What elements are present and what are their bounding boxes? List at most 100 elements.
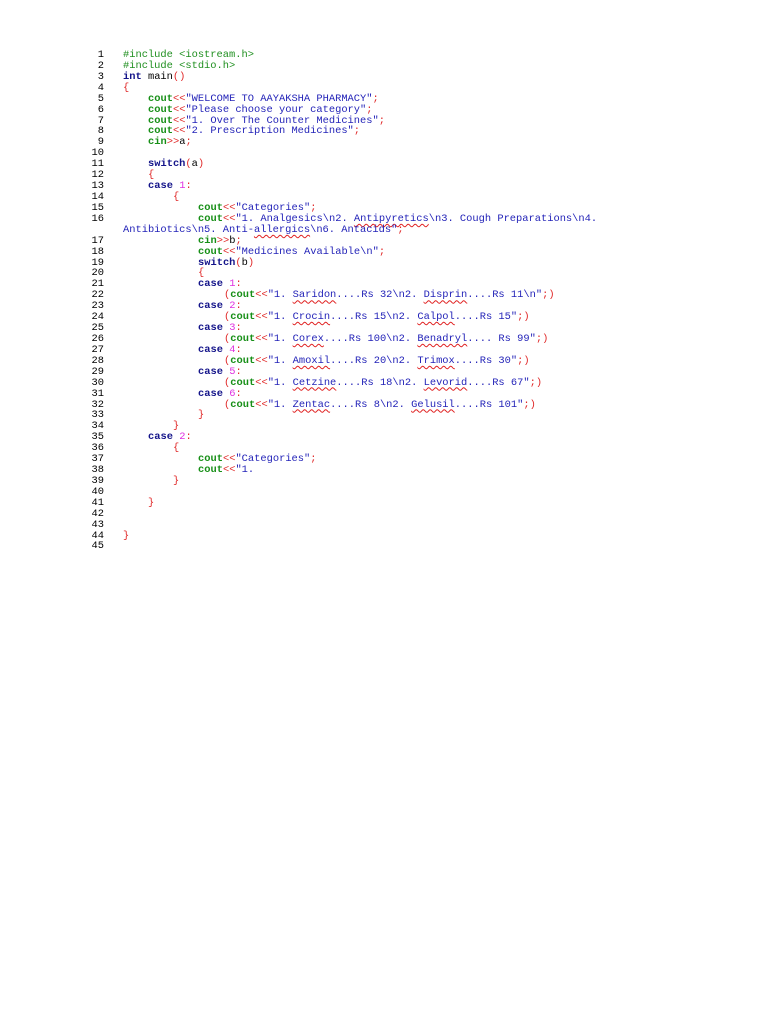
code-token: ;) [517,311,530,324]
misspelled-word: Zentac [292,398,331,411]
code-text: } [198,410,204,421]
code-token: "1. [267,289,293,302]
code-token: cin [148,136,167,149]
code-token: ....Rs 100\n2. [323,332,418,345]
code-text: { [173,443,179,454]
code-token: ....Rs 30" [454,354,518,367]
code-text: (cout<<"1. Zentac....Rs 8\n2. Gelusil...… [224,398,536,411]
code-text: case 2: [148,432,192,443]
code-token: { [173,190,180,203]
code-line: 4{ [0,82,768,94]
code-token: ; [378,245,386,258]
code-line: 5 cout<<"WELCOME TO AAYAKSHA PHARMACY"; [0,92,768,105]
code-token: << [255,311,268,324]
code-token: ....Rs 8\n2. [330,398,412,411]
code-token: "1. [267,332,293,345]
code-token: .... Rs 99" [467,332,536,345]
misspelled-word: Benadryl [417,332,468,345]
code-line: 7 cout<<"1. Over The Counter Medicines"; [0,115,768,127]
line-number: 6 [97,103,104,116]
code-token: "1. [267,354,293,367]
code-line: 28 (cout<<"1. Amoxil....Rs 20\n2. Trimox.… [0,354,768,367]
code-token: ;) [535,332,549,345]
code-token: ....Rs 32\n2. [336,289,424,302]
misspelled-word: Cetzine [292,376,337,389]
code-text: int main() [123,70,186,83]
code-token: ;) [523,398,536,411]
code-line: 14{ [0,192,768,203]
code-token: \n3. Cough Preparations\n4. [428,212,598,225]
code-token: { [173,442,180,455]
code-line: 39} [0,474,768,487]
code-token: ....Rs 101" [454,398,524,411]
code-listing: 1 #include <iostream.h> 2 #include <stdio.h… [0,50,768,552]
code-line: 18 cout<<"Medicines Available\n"; [0,245,768,258]
code-text: { [123,82,129,94]
line-number: 18 [91,245,104,258]
code-token: ) [197,158,205,171]
code-token: "Medicines Available\n" [235,245,379,258]
code-line: 11 switch(a) [0,159,768,170]
misspelled-word: Trimox [417,354,455,367]
code-token: "1. [267,376,293,389]
code-token: ; [372,92,379,105]
code-token: } [123,529,130,542]
code-text: (cout<<"1. Amoxil....Rs 20\n2. Trimox...… [224,354,530,367]
code-line: 8 cout<<"2. Prescription Medicines"; [0,126,768,137]
code-token: cout [198,464,223,477]
code-line: 32 (cout<<"1. Zentac....Rs 8\n2. Gelusil.… [0,398,768,411]
code-token: ....Rs 20\n2. [330,354,418,367]
code-line: 34} [0,421,768,432]
misspelled-word: Saridon [292,289,337,302]
code-token: ; [185,136,192,149]
code-line: 20{ [0,268,768,279]
code-token: "2. Prescription Medicines" [185,125,354,138]
code-text: } [148,496,155,509]
code-token: ....Rs 67" [467,376,530,389]
code-line: 40 [0,486,768,498]
code-token: ;) [517,354,530,367]
code-token: "1. [235,464,255,477]
code-text: { [173,192,179,203]
misspelled-word: Corex [292,332,324,345]
code-token: ; [397,223,404,236]
code-line: 38 cout<<"1. [0,465,768,476]
code-text: case 1: [148,181,192,192]
code-line: 36{ [0,443,768,454]
code-line: 35 case 2: [0,432,768,443]
code-text: Antibiotics\n5. Anti-allergics\n6. Antac… [123,223,404,236]
misspelled-word: Crocin [292,311,331,324]
line-number: 43 [91,518,104,531]
code-text: (cout<<"1. Saridon....Rs 32\n2. Disprin.… [224,290,555,301]
code-token: () [172,70,186,83]
misspelled-word: Gelusil [411,398,455,411]
code-token: } [198,409,205,422]
code-line: 42 [0,508,768,520]
code-token: \n6. Antacids" [310,223,398,236]
code-token: << [255,332,268,345]
line-number: 45 [91,540,104,553]
code-token: << [255,289,268,302]
code-token: } [148,496,155,509]
code-token: ;) [529,376,543,389]
code-text: cout<<"1. [198,465,254,476]
code-token: >> [166,136,180,149]
line-number: 16 [91,212,104,225]
code-token: } [173,474,180,487]
code-line: 43 [0,518,768,531]
code-text: cin>>a; [148,137,192,148]
code-line: 26 (cout<<"1. Corex....Rs 100\n2. Benadry… [0,334,768,345]
code-text: } [123,529,130,542]
code-token: : [185,180,192,193]
line-number: 5 [97,92,104,105]
code-text: (cout<<"1. Corex....Rs 100\n2. Benadryl.… [224,334,548,345]
code-token: ; [310,453,317,466]
misspelled-word: Levorid [423,376,468,389]
code-token: "1. [267,311,293,324]
code-text: } [173,474,180,487]
code-token: ....Rs 18\n2. [336,376,424,389]
code-text: (cout<<"1. Cetzine....Rs 18\n2. Levorid.… [224,376,543,389]
code-token: ; [353,125,361,138]
code-line: 1 #include <iostream.h> [0,50,768,61]
misspelled-word: allergics [253,223,311,236]
